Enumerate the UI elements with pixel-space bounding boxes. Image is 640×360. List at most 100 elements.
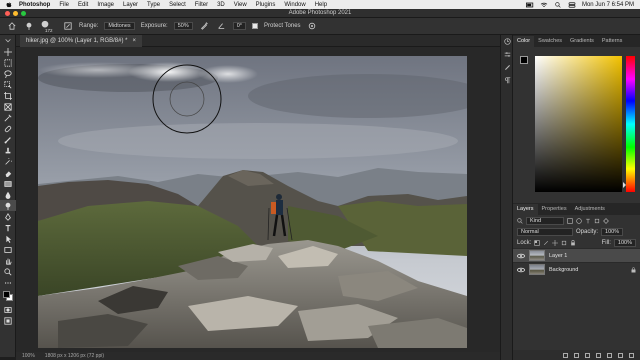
- tab-gradients[interactable]: Gradients: [566, 36, 598, 47]
- tool-blur[interactable]: [0, 189, 16, 200]
- tool-move[interactable]: [0, 46, 16, 57]
- canvas-area[interactable]: [16, 47, 500, 352]
- menu-clock[interactable]: Mon Jun 7 6:54 PM: [582, 2, 634, 8]
- zoom-level[interactable]: 100%: [22, 353, 35, 359]
- lock-transparency-icon[interactable]: [534, 239, 541, 246]
- tab-patterns[interactable]: Patterns: [598, 36, 626, 47]
- lock-artboard-icon[interactable]: [561, 240, 567, 246]
- control-center-icon[interactable]: [568, 1, 576, 8]
- tool-color-swatches[interactable]: [0, 288, 16, 304]
- document-tab[interactable]: hiker.jpg @ 100% (Layer 1, RGB/8#) * ×: [20, 35, 142, 47]
- filter-adjustment-icon[interactable]: [576, 217, 582, 224]
- tool-frame[interactable]: [0, 101, 16, 112]
- menu-layer[interactable]: Layer: [123, 2, 138, 8]
- paragraph-panel-button[interactable]: [501, 74, 513, 87]
- tool-crop[interactable]: [0, 90, 16, 101]
- layer-name[interactable]: Layer 1: [549, 253, 567, 259]
- adjustment-layer-icon[interactable]: [596, 352, 601, 358]
- properties-panel-button[interactable]: [501, 48, 513, 61]
- tool-eyedropper[interactable]: [0, 112, 16, 123]
- menu-help[interactable]: Help: [315, 2, 327, 8]
- filter-smart-object-icon[interactable]: [603, 217, 609, 224]
- tool-pen[interactable]: [0, 211, 16, 222]
- wifi-icon[interactable]: [540, 2, 548, 8]
- tab-properties[interactable]: Properties: [538, 204, 571, 215]
- angle-button[interactable]: [216, 21, 227, 32]
- range-select[interactable]: Midtones: [104, 22, 135, 30]
- visibility-eye-icon[interactable]: [517, 253, 525, 259]
- hue-slider-handle[interactable]: [623, 182, 626, 188]
- tool-marquee[interactable]: [0, 57, 16, 68]
- color-panel-foreground-swatch[interactable]: [520, 56, 528, 64]
- color-saturation-field[interactable]: [535, 56, 622, 192]
- tool-rectangle[interactable]: [0, 244, 16, 255]
- foreground-color-swatch[interactable]: [3, 291, 10, 298]
- menu-app-name[interactable]: Photoshop: [19, 2, 50, 8]
- close-window-button[interactable]: [5, 11, 10, 16]
- angle-input[interactable]: 0°: [232, 22, 246, 30]
- menu-file[interactable]: File: [59, 2, 69, 8]
- hue-slider[interactable]: [626, 56, 635, 192]
- airbrush-toggle[interactable]: [199, 21, 210, 32]
- menu-filter[interactable]: Filter: [195, 2, 208, 8]
- tab-swatches[interactable]: Swatches: [534, 36, 566, 47]
- menu-type[interactable]: Type: [147, 2, 160, 8]
- battery-icon[interactable]: [525, 2, 534, 8]
- layer-row-layer-1[interactable]: Layer 1: [513, 248, 640, 262]
- new-group-icon[interactable]: [607, 352, 612, 358]
- tool-screen-mode[interactable]: [0, 315, 16, 326]
- tool-gradient[interactable]: [0, 178, 16, 189]
- menu-image[interactable]: Image: [97, 2, 114, 8]
- protect-tones-checkbox[interactable]: [251, 23, 258, 29]
- menu-plugins[interactable]: Plugins: [256, 2, 276, 8]
- pressure-size-toggle[interactable]: [307, 21, 318, 32]
- tool-healing[interactable]: [0, 123, 16, 134]
- fill-input[interactable]: 100%: [613, 238, 636, 247]
- document-image[interactable]: [38, 56, 467, 348]
- menu-window[interactable]: Window: [284, 2, 305, 8]
- tool-more[interactable]: [0, 277, 16, 288]
- menu-3d[interactable]: 3D: [217, 2, 225, 8]
- fx-icon[interactable]: [574, 352, 579, 358]
- tool-path-selection[interactable]: [0, 233, 16, 244]
- tool-hand[interactable]: [0, 255, 16, 266]
- tool-zoom[interactable]: [0, 266, 16, 277]
- brush-settings-button[interactable]: [62, 21, 73, 32]
- tool-quick-mask[interactable]: [0, 304, 16, 315]
- close-document-icon[interactable]: ×: [132, 38, 136, 44]
- lock-position-icon[interactable]: [552, 239, 559, 246]
- blend-mode-select[interactable]: Normal: [517, 227, 573, 236]
- lock-pixels-icon[interactable]: [543, 240, 549, 246]
- tool-brush[interactable]: [0, 134, 16, 145]
- tool-clone-stamp[interactable]: [0, 145, 16, 156]
- brushes-panel-button[interactable]: [501, 61, 513, 74]
- tool-dodge[interactable]: [0, 200, 16, 211]
- history-panel-button[interactable]: [501, 35, 513, 48]
- apple-logo-icon[interactable]: [5, 1, 13, 8]
- visibility-eye-icon[interactable]: [517, 267, 525, 273]
- tab-layers[interactable]: Layers: [513, 204, 538, 215]
- tool-object-selection[interactable]: [0, 79, 16, 90]
- exposure-input[interactable]: 50%: [173, 22, 193, 30]
- tool-type[interactable]: [0, 222, 16, 233]
- trash-icon[interactable]: [629, 352, 634, 358]
- filter-type-icon[interactable]: [585, 218, 591, 224]
- brush-preset-picker[interactable]: 172: [40, 20, 56, 33]
- tool-lasso[interactable]: [0, 68, 16, 79]
- filter-shape-icon[interactable]: [594, 218, 600, 224]
- tool-preset-picker[interactable]: [23, 21, 34, 32]
- menu-edit[interactable]: Edit: [78, 2, 88, 8]
- filter-pixel-icon[interactable]: [567, 217, 573, 224]
- menu-view[interactable]: View: [234, 2, 247, 8]
- new-layer-icon[interactable]: [618, 352, 623, 358]
- home-button[interactable]: [6, 21, 17, 32]
- layer-name[interactable]: Background: [549, 267, 578, 273]
- zoom-window-button[interactable]: [21, 11, 26, 16]
- link-layers-icon[interactable]: [563, 352, 568, 358]
- lock-all-icon[interactable]: [570, 239, 576, 246]
- tab-adjustments[interactable]: Adjustments: [571, 204, 609, 215]
- layer-row-background[interactable]: Background: [513, 262, 640, 276]
- tool-history-brush[interactable]: [0, 156, 16, 167]
- tool-collapse[interactable]: [0, 35, 16, 46]
- spotlight-search-icon[interactable]: [554, 1, 562, 8]
